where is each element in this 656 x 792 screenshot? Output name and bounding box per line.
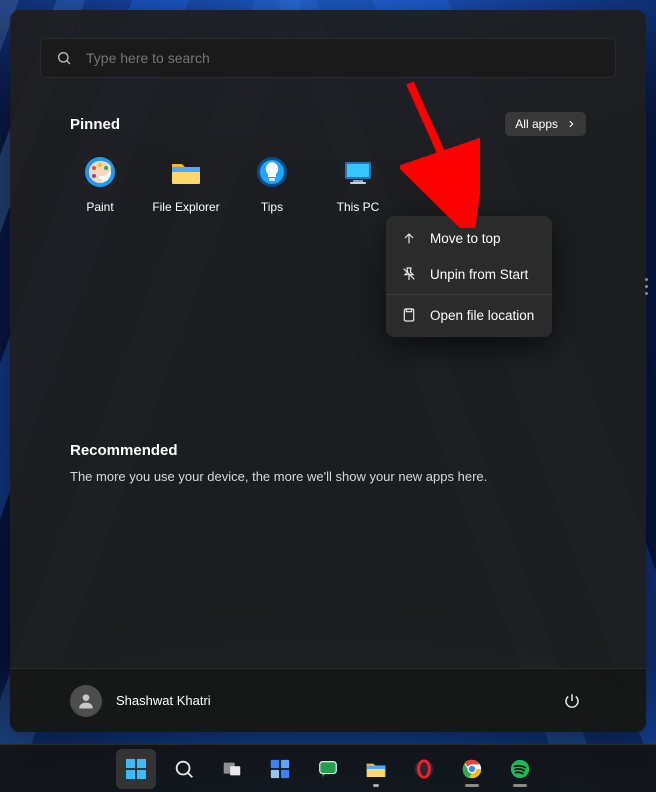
file-location-icon — [400, 306, 418, 324]
pinned-grid: Paint File Explorer Tips This PC — [70, 150, 586, 218]
recommended-heading: Recommended — [70, 442, 178, 459]
pinned-app-paint[interactable]: Paint — [52, 150, 148, 218]
file-explorer-icon — [364, 757, 388, 781]
context-menu: Move to top Unpin from Start Open file l… — [386, 216, 552, 337]
pinned-heading: Pinned — [70, 116, 120, 133]
pinned-app-label: File Explorer — [152, 200, 219, 214]
power-button[interactable] — [558, 687, 586, 715]
taskbar-widgets[interactable] — [260, 749, 300, 789]
search-input[interactable] — [86, 50, 600, 66]
pinned-app-file-explorer[interactable]: File Explorer — [138, 150, 234, 218]
chat-icon — [317, 758, 339, 780]
arrow-up-icon — [400, 229, 418, 247]
pinned-app-label: Tips — [261, 200, 283, 214]
search-icon — [56, 50, 72, 66]
this-pc-icon — [340, 154, 376, 190]
ctx-item-label: Move to top — [430, 231, 501, 246]
start-menu: Pinned All apps Paint File Explorer — [10, 10, 646, 732]
taskbar-chrome[interactable] — [452, 749, 492, 789]
ctx-item-label: Open file location — [430, 308, 534, 323]
ctx-item-label: Unpin from Start — [430, 267, 528, 282]
pinned-app-tips[interactable]: Tips — [224, 150, 320, 218]
taskbar-start[interactable] — [116, 749, 156, 789]
taskbar-opera[interactable] — [404, 749, 444, 789]
taskbar-spotify[interactable] — [500, 749, 540, 789]
chrome-icon — [461, 758, 483, 780]
start-menu-footer: Shashwat Khatri — [10, 668, 646, 732]
taskbar-chat[interactable] — [308, 749, 348, 789]
pinned-app-label: This PC — [337, 200, 380, 214]
pinned-app-this-pc[interactable]: This PC — [310, 150, 406, 218]
taskbar-file-explorer[interactable] — [356, 749, 396, 789]
windows-icon — [124, 757, 148, 781]
all-apps-label: All apps — [515, 117, 558, 131]
ctx-unpin[interactable]: Unpin from Start — [386, 256, 552, 292]
search-box[interactable] — [40, 38, 616, 78]
taskbar-task-view[interactable] — [212, 749, 252, 789]
user-name: Shashwat Khatri — [116, 693, 211, 708]
opera-icon — [413, 758, 435, 780]
all-apps-button[interactable]: All apps — [505, 112, 586, 136]
widgets-icon — [269, 758, 291, 780]
pinned-app-label: Paint — [86, 200, 113, 214]
unpin-icon — [400, 265, 418, 283]
taskbar — [0, 744, 656, 792]
avatar — [70, 685, 102, 717]
ctx-move-to-top[interactable]: Move to top — [386, 220, 552, 256]
resize-handle[interactable] — [636, 270, 656, 302]
spotify-icon — [509, 758, 531, 780]
user-account-button[interactable]: Shashwat Khatri — [70, 685, 211, 717]
tips-icon — [254, 154, 290, 190]
taskview-icon — [221, 758, 243, 780]
chevron-right-icon — [566, 119, 576, 129]
ctx-open-file-location[interactable]: Open file location — [386, 297, 552, 333]
recommended-empty-text: The more you use your device, the more w… — [70, 465, 586, 484]
file-explorer-icon — [168, 154, 204, 190]
taskbar-search[interactable] — [164, 749, 204, 789]
paint-icon — [82, 154, 118, 190]
search-icon — [173, 758, 195, 780]
ctx-separator — [386, 294, 552, 295]
